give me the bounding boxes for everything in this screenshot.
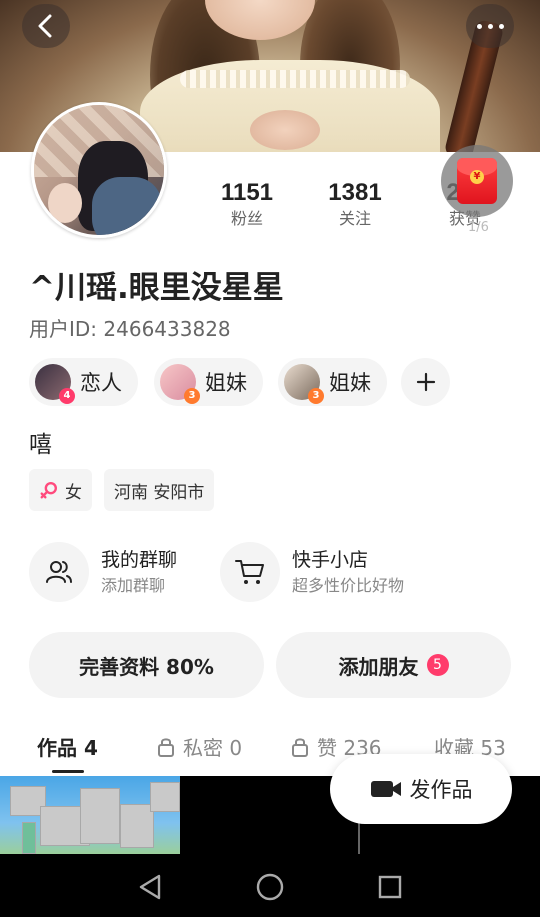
chevron-left-icon <box>38 14 52 38</box>
relation-badge: 3 <box>184 388 200 404</box>
relation-avatar: 4 <box>35 364 75 404</box>
avatar[interactable] <box>31 102 167 238</box>
square-recents-icon <box>378 875 402 899</box>
tab-works[interactable]: 作品 4 <box>37 732 98 761</box>
fans-label: 粉丝 <box>230 209 263 228</box>
back-button[interactable] <box>22 4 70 48</box>
profile-page: 1151 粉丝 1381 关注 2… 获赞 1/6 ^川瑶.眼里没星星 用户ID… <box>0 0 540 917</box>
tab-private[interactable]: 私密 0 <box>157 732 242 761</box>
group-chat-title: 我的群聊 <box>101 549 178 571</box>
work-thumbnail[interactable] <box>0 776 180 854</box>
relation-chip-lover[interactable]: 4 恋人 <box>29 358 138 406</box>
video-camera-icon <box>370 781 401 797</box>
relation-avatar: 3 <box>160 364 200 404</box>
user-id[interactable]: 用户ID: 2466433828 <box>29 313 231 342</box>
relation-label: 姐妹 <box>329 371 371 395</box>
grid-divider <box>358 822 360 854</box>
relation-avatar: 3 <box>284 364 324 404</box>
nav-back-button[interactable] <box>133 870 167 904</box>
add-friends-button[interactable]: 添加朋友 5 <box>276 632 511 698</box>
female-icon <box>40 482 57 499</box>
circle-home-icon <box>256 873 284 901</box>
shop-icon-circle <box>220 542 280 602</box>
shop-entry[interactable]: 快手小店 超多性价比好物 <box>220 541 404 603</box>
fans-count: 1151 <box>220 179 274 206</box>
relation-badge: 4 <box>59 388 75 404</box>
lock-icon <box>292 737 308 757</box>
more-button[interactable] <box>466 4 514 48</box>
system-nav-bar <box>0 854 540 917</box>
gender-tag: 女 <box>29 469 92 511</box>
tab-active-indicator <box>52 770 84 773</box>
gender-label: 女 <box>65 482 82 503</box>
red-envelope-icon <box>457 158 497 204</box>
relation-chip-sister[interactable]: 3 姐妹 <box>278 358 387 406</box>
stat-fans[interactable]: 1151 粉丝 <box>214 178 280 230</box>
users-icon <box>46 561 72 583</box>
red-packet-button[interactable] <box>441 145 513 217</box>
more-dots-icon <box>476 23 482 29</box>
following-count: 1381 <box>328 179 382 206</box>
shop-title: 快手小店 <box>292 549 369 571</box>
stat-following[interactable]: 1381 关注 <box>322 178 388 230</box>
red-packet-count: 1/6 <box>468 220 489 235</box>
cart-icon <box>235 560 264 584</box>
plus-icon <box>416 372 435 392</box>
following-label: 关注 <box>338 209 371 228</box>
add-friends-label: 添加朋友 <box>338 654 419 679</box>
post-work-label: 发作品 <box>409 778 473 802</box>
nav-home-button[interactable] <box>253 870 287 904</box>
relation-chip-sister[interactable]: 3 姐妹 <box>154 358 263 406</box>
shop-subtitle: 超多性价比好物 <box>292 576 405 595</box>
bio-text: 嘻 <box>29 432 52 458</box>
friend-request-badge: 5 <box>426 654 449 676</box>
relation-badge: 3 <box>308 388 324 404</box>
lock-icon <box>158 737 174 757</box>
group-chat-subtitle: 添加群聊 <box>101 576 166 595</box>
relation-label: 恋人 <box>80 371 122 395</box>
triangle-back-icon <box>139 874 161 900</box>
nav-recents-button[interactable] <box>373 870 407 904</box>
location-tag: 河南 安阳市 <box>104 469 215 511</box>
group-icon-circle <box>29 542 89 602</box>
complete-profile-button[interactable]: 完善资料 80% <box>29 632 264 698</box>
post-work-button[interactable]: 发作品 <box>330 754 512 824</box>
group-chat-entry[interactable]: 我的群聊 添加群聊 <box>29 541 177 603</box>
add-relation-button[interactable] <box>401 358 450 406</box>
relation-label: 姐妹 <box>205 371 247 395</box>
tab-private-label: 私密 0 <box>183 736 243 760</box>
username: ^川瑶.眼里没星星 <box>29 270 284 306</box>
